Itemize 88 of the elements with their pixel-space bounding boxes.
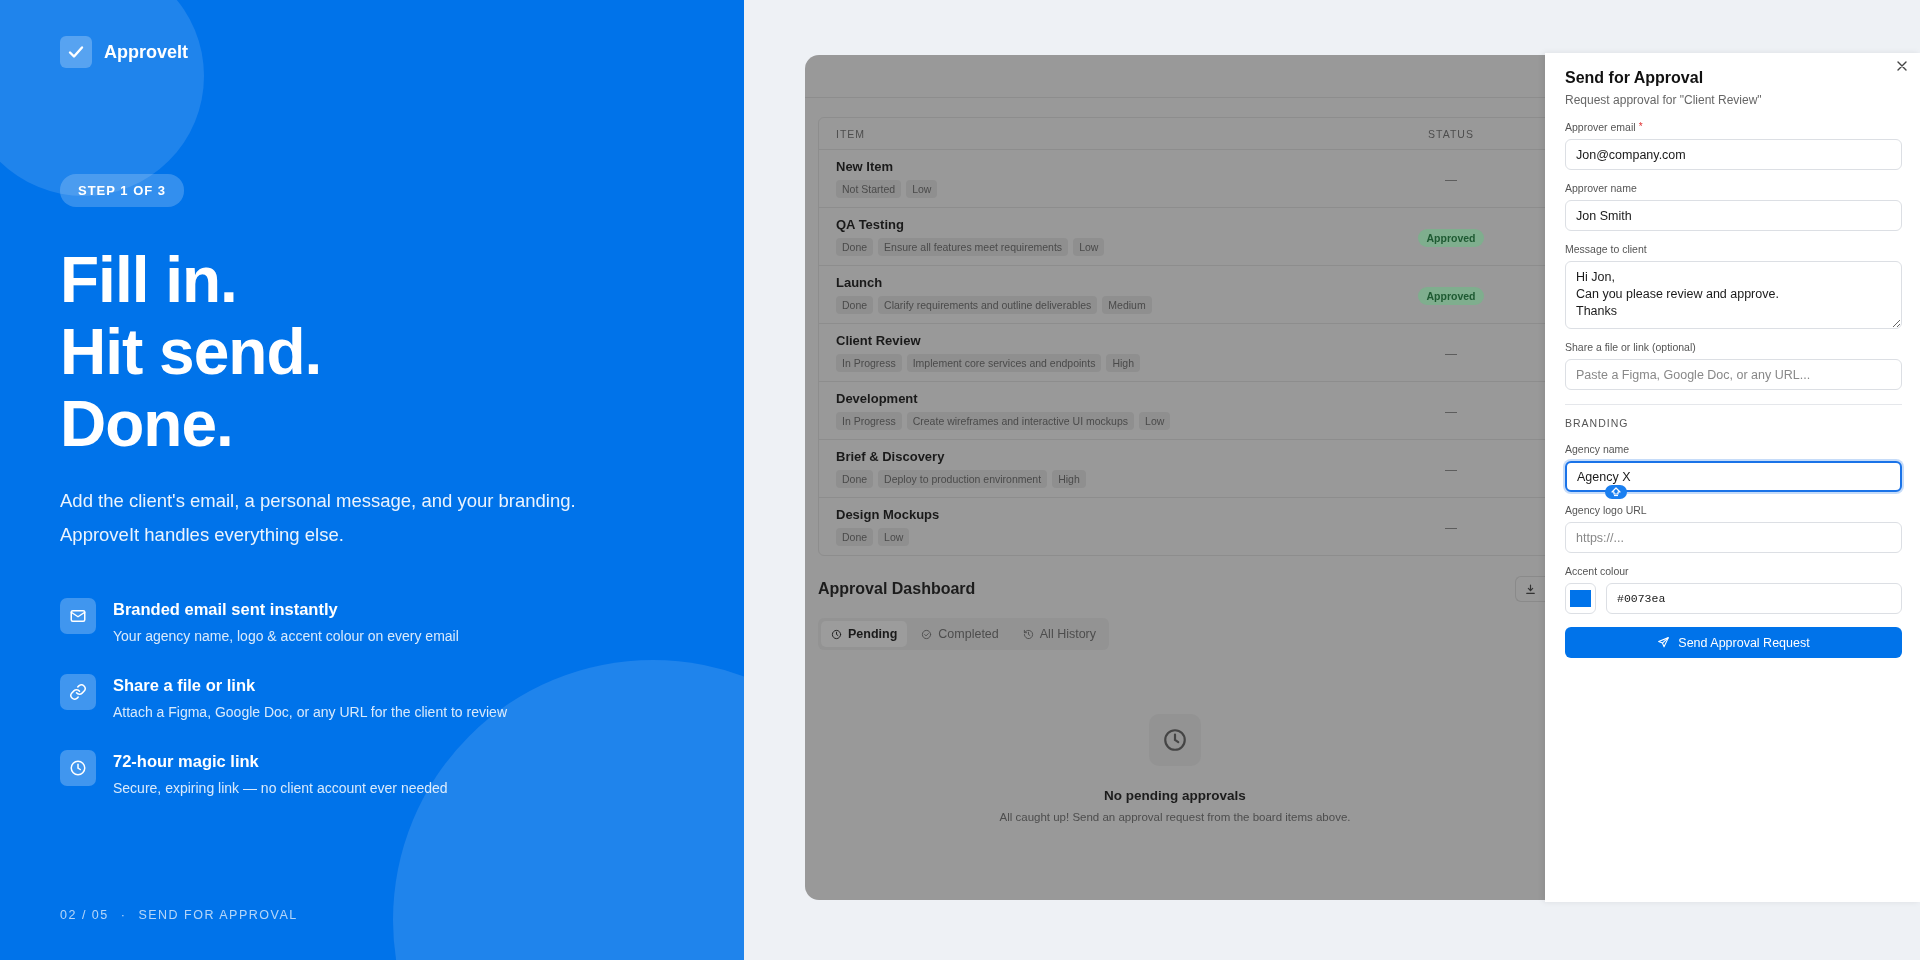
tag: Deploy to production environment	[878, 470, 1048, 488]
section-heading: BRANDING	[1565, 417, 1630, 429]
drawer-title: Send for Approval	[1565, 69, 1705, 87]
feature-title: Share a file or link	[113, 676, 257, 695]
item-title: Design Mockups	[836, 507, 941, 522]
headline: Hit send.	[60, 316, 322, 388]
field-label: Agency name	[1565, 443, 1630, 455]
close-icon	[1896, 60, 1908, 72]
required-mark: *	[1638, 121, 1643, 133]
history-icon	[1022, 628, 1034, 640]
tag: Clarify requirements and outline deliverables	[878, 296, 1098, 314]
field-label: Approver email	[1565, 121, 1636, 133]
hex-field[interactable]: #0073ea	[1606, 583, 1902, 614]
tag: Not Started	[836, 180, 902, 198]
tag: Low	[1073, 238, 1105, 256]
feature-description: Secure, expiring link — no client account ever needed	[113, 780, 448, 796]
check-logo-icon	[60, 36, 92, 68]
tag: High	[1052, 470, 1086, 488]
tag: Implement core services and endpoints	[906, 354, 1102, 372]
clock-icon	[1162, 727, 1188, 753]
item-title: New Item	[836, 159, 895, 174]
text-field[interactable]: https://...	[1565, 522, 1902, 553]
tag: In Progress	[836, 354, 902, 372]
section-label: SEND FOR APPROVAL	[138, 908, 298, 922]
step-badge: STEP 1 OF 3	[60, 174, 185, 207]
field-label: Accent colour	[1565, 565, 1629, 577]
column-header: STATUS	[1427, 127, 1475, 140]
item-title: Brief & Discovery	[836, 449, 946, 464]
intro-text: Add the client's email, a personal message, and your branding.	[60, 489, 577, 513]
text-field[interactable]: Agency X	[1565, 461, 1902, 492]
status-badge: Approved	[1418, 286, 1484, 305]
link-icon	[69, 683, 87, 701]
download-button[interactable]	[1515, 576, 1545, 602]
tab[interactable]: Pending	[821, 621, 908, 647]
tag: Done	[836, 296, 874, 314]
status-empty: —	[1445, 346, 1457, 361]
tag: In Progress	[836, 412, 902, 430]
dashboard-title: Approval Dashboard	[818, 580, 976, 598]
tag: Low	[906, 180, 938, 198]
send-icon	[1657, 636, 1671, 649]
message-field[interactable]: Hi Jon, Can you please review and approve. Thanks	[1565, 261, 1902, 329]
tag: High	[1106, 354, 1140, 372]
feature-title: 72-hour magic link	[113, 752, 260, 771]
drawer-subtitle: Request approval for "Client Review"	[1565, 93, 1763, 107]
send-approval-button[interactable]: Send Approval Request	[1565, 627, 1902, 658]
status-empty: —	[1445, 520, 1457, 535]
mail-icon	[69, 607, 87, 625]
check-circle-icon	[921, 628, 933, 640]
tag: Medium	[1102, 296, 1152, 314]
status-empty: —	[1445, 172, 1457, 187]
empty-state-title: No pending approvals	[1104, 788, 1246, 803]
item-title: Client Review	[836, 333, 922, 348]
item-title: Launch	[836, 275, 884, 290]
feature-description: Attach a Figma, Google Doc, or any URL for the client to review	[113, 704, 507, 720]
text-field[interactable]: Jon@company.com	[1565, 139, 1902, 170]
text-field[interactable]: Paste a Figma, Google Doc, or any URL...	[1565, 359, 1902, 390]
field-label: Message to client	[1565, 243, 1647, 255]
intro-text: ApproveIt handles everything else.	[60, 523, 345, 547]
tag: Ensure all features meet requirements	[878, 238, 1069, 256]
tag: Low	[878, 528, 910, 546]
tag: Low	[1139, 412, 1171, 430]
clock-icon	[69, 759, 87, 777]
item-title: QA Testing	[836, 217, 905, 232]
headline: Fill in.	[60, 244, 237, 316]
page-counter: 02 / 05	[60, 908, 109, 922]
field-label: Share a file or link (optional)	[1565, 341, 1696, 353]
field-label: Approver name	[1565, 182, 1637, 194]
tag: Done	[836, 470, 874, 488]
color-picker[interactable]	[1565, 583, 1596, 614]
status-empty: —	[1445, 404, 1457, 419]
field-label: Agency logo URL	[1565, 504, 1647, 516]
text-field[interactable]: Jon Smith	[1565, 200, 1902, 231]
column-header: ITEM	[836, 127, 867, 140]
separator-dot: ·	[120, 908, 127, 922]
status-badge: Approved	[1418, 228, 1484, 247]
status-empty: —	[1445, 462, 1457, 477]
autofill-badge-icon[interactable]	[1605, 485, 1627, 499]
clock-icon	[831, 628, 842, 640]
tag: Done	[836, 528, 874, 546]
feature-description: Your agency name, logo & accent colour on every email	[113, 628, 459, 644]
empty-state-text: All caught up! Send an approval request from the board items above.	[999, 811, 1351, 823]
item-title: Development	[836, 391, 919, 406]
feature-title: Branded email sent instantly	[113, 600, 339, 619]
headline: Done.	[60, 388, 233, 460]
tag: Create wireframes and interactive UI mockups	[906, 412, 1135, 430]
brand-name: ApproveIt	[104, 41, 188, 63]
download-icon	[1524, 582, 1537, 596]
tag: Done	[836, 238, 874, 256]
